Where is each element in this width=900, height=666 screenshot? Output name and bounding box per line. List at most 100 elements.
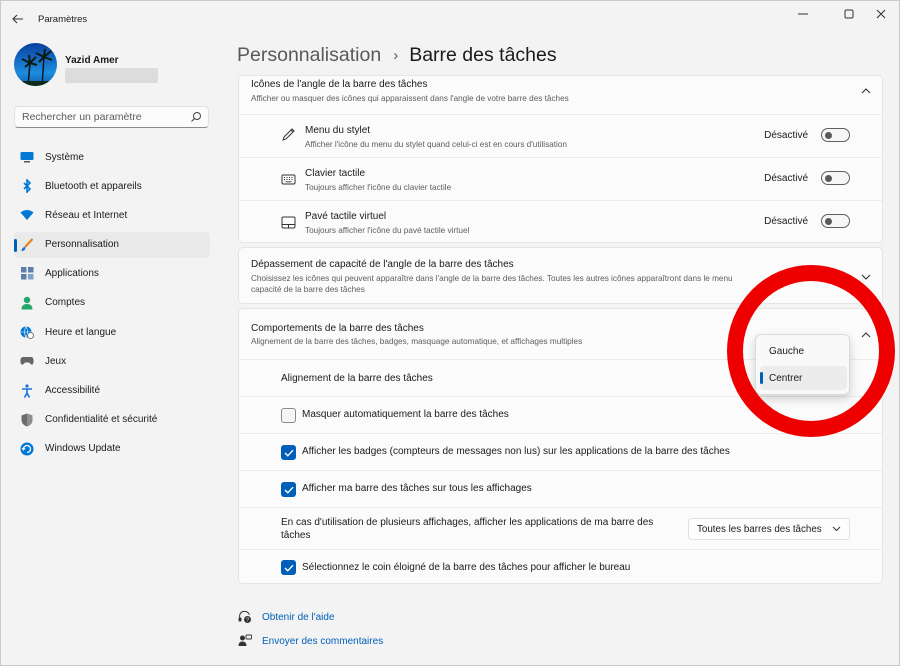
chevron-up-icon[interactable] (860, 86, 872, 96)
get-help-text: Obtenir de l'aide (262, 611, 335, 623)
sidebar-item-applications[interactable]: Applications (14, 261, 210, 287)
multi-display-row: En cas d'utilisation de plusieurs affich… (239, 507, 882, 549)
svg-text:?: ? (246, 618, 249, 624)
sidebar-item-label: Accessibilité (45, 385, 101, 396)
touch-keyboard-state: Désactivé (764, 172, 808, 184)
page-title: Barre des tâches (409, 44, 557, 66)
send-feedback-link[interactable]: Envoyer des commentaires (238, 634, 383, 648)
minimize-icon[interactable] (788, 5, 818, 23)
autohide-checkbox[interactable] (281, 408, 296, 423)
touch-keyboard-title: Clavier tactile (305, 168, 366, 179)
user-email-redacted (65, 68, 158, 83)
alignment-menu: Gauche Centrer (755, 334, 850, 395)
pen-menu-toggle[interactable] (821, 128, 850, 142)
behaviors-title: Comportements de la barre des tâches (251, 323, 424, 334)
touch-keyboard-toggle[interactable] (821, 171, 850, 185)
far-corner-label: Sélectionnez le coin éloigné de la barre… (302, 562, 631, 573)
sidebar-item-personnalisation[interactable]: Personnalisation (14, 231, 210, 258)
sidebar-item-label: Comptes (45, 297, 86, 309)
wifi-icon (20, 208, 34, 222)
sidebar-item-label: Personnalisation (45, 239, 119, 251)
pen-menu-description: Afficher l'icône du menu du stylet quand… (305, 140, 567, 149)
breadcrumb-parent[interactable]: Personnalisation (237, 44, 381, 67)
close-icon[interactable] (866, 5, 896, 23)
search-icon[interactable] (190, 111, 202, 123)
display-icon (20, 150, 34, 164)
all-displays-checkbox[interactable] (281, 482, 296, 497)
sidebar-item-confidentialite[interactable]: Confidentialité et sécurité (14, 407, 210, 433)
alignment-option-centrer[interactable]: Centrer (760, 366, 847, 390)
title-bar: Paramètres (1, 1, 899, 37)
pen-menu-row: Menu du stylet Afficher l'icône du menu … (239, 114, 882, 157)
sidebar-item-reseau[interactable]: Réseau et Internet (14, 202, 210, 228)
overflow-title: Dépassement de capacité de l'angle de la… (251, 259, 514, 270)
app-title: Paramètres (38, 14, 88, 25)
far-corner-row: Sélectionnez le coin éloigné de la barre… (239, 549, 882, 583)
pen-menu-toggle-group: Désactivé (764, 128, 850, 142)
person-icon (20, 296, 34, 310)
autohide-row: Masquer automatiquement la barre des tâc… (239, 396, 882, 433)
pen-menu-title: Menu du stylet (305, 125, 371, 136)
search-box[interactable] (14, 106, 209, 128)
search-input[interactable] (15, 107, 175, 127)
alignment-option-gauche[interactable]: Gauche (760, 339, 847, 363)
multi-display-dropdown[interactable]: Toutes les barres des tâches (688, 518, 850, 540)
sidebar-item-comptes[interactable]: Comptes (14, 290, 210, 316)
pen-menu-state: Désactivé (764, 129, 808, 141)
virtual-touchpad-title: Pavé tactile virtuel (305, 211, 387, 222)
check-icon (284, 564, 294, 572)
back-arrow-icon[interactable] (7, 9, 29, 29)
chevron-down-icon[interactable] (860, 272, 872, 282)
breadcrumb-separator: › (393, 47, 399, 64)
virtual-touchpad-description: Toujours afficher l'icône du pavé tactil… (305, 226, 470, 235)
multi-display-label-line2: tâches (281, 530, 311, 541)
sidebar-item-windows-update[interactable]: Windows Update (14, 436, 210, 462)
sidebar-item-systeme[interactable]: Système (14, 144, 210, 170)
virtual-touchpad-toggle[interactable] (821, 214, 850, 228)
multi-display-value: Toutes les barres des tâches (697, 523, 822, 535)
sidebar-item-label: Heure et langue (45, 326, 117, 338)
sidebar-item-label: Réseau et Internet (45, 209, 128, 221)
corner-icons-description: Afficher ou masquer des icônes qui appar… (251, 94, 569, 103)
touchpad-icon (281, 216, 296, 229)
badges-checkbox[interactable] (281, 445, 296, 460)
corner-icons-header[interactable]: Icônes de l'angle de la barre des tâches… (239, 76, 882, 112)
apps-icon (20, 267, 34, 281)
sidebar-item-accessibilite[interactable]: Accessibilité (14, 378, 210, 404)
pen-icon (282, 128, 295, 141)
touch-keyboard-row: Clavier tactile Toujours afficher l'icôn… (239, 157, 882, 200)
behaviors-description: Alignement de la barre des tâches, badge… (251, 337, 583, 346)
bluetooth-icon (20, 179, 34, 194)
check-icon (284, 486, 294, 494)
sidebar-nav: Système Bluetooth et appareils Réseau et… (14, 144, 210, 465)
send-feedback-text: Envoyer des commentaires (262, 635, 384, 647)
overflow-card[interactable]: Dépassement de capacité de l'angle de la… (238, 247, 883, 304)
touch-keyboard-toggle-group: Désactivé (764, 171, 850, 185)
corner-icons-card: Icônes de l'angle de la barre des tâches… (238, 75, 883, 243)
far-corner-checkbox[interactable] (281, 560, 296, 575)
brush-icon (20, 237, 34, 252)
sidebar-item-jeux[interactable]: Jeux (14, 348, 210, 374)
update-icon (20, 442, 34, 456)
sidebar-item-label: Bluetooth et appareils (45, 180, 142, 192)
help-icon: ? (238, 610, 252, 624)
chevron-up-icon[interactable] (860, 330, 872, 340)
avatar[interactable] (14, 43, 57, 86)
touch-keyboard-description: Toujours afficher l'icône du clavier tac… (305, 183, 452, 192)
sidebar-item-label: Applications (45, 268, 99, 280)
gamepad-icon (20, 354, 34, 368)
user-name: Yazid Amer (65, 55, 119, 66)
chevron-down-icon (832, 526, 841, 532)
maximize-icon[interactable] (834, 5, 864, 23)
settings-window: Paramètres Yazid Amer Rechercher un para… (0, 0, 900, 666)
all-displays-label: Afficher ma barre des tâches sur tous le… (302, 483, 532, 494)
sidebar-item-bluetooth[interactable]: Bluetooth et appareils (14, 173, 210, 199)
alignment-label: Alignement de la barre des tâches (281, 373, 433, 384)
virtual-touchpad-toggle-group: Désactivé (764, 214, 850, 228)
breadcrumb: Personnalisation › Barre des tâches (237, 44, 557, 67)
shield-icon (20, 413, 34, 427)
badges-row: Afficher les badges (compteurs de messag… (239, 433, 882, 470)
get-help-link[interactable]: ? Obtenir de l'aide (238, 610, 335, 624)
sidebar-item-heure-langue[interactable]: Heure et langue (14, 319, 210, 345)
accessibility-icon (20, 383, 34, 398)
